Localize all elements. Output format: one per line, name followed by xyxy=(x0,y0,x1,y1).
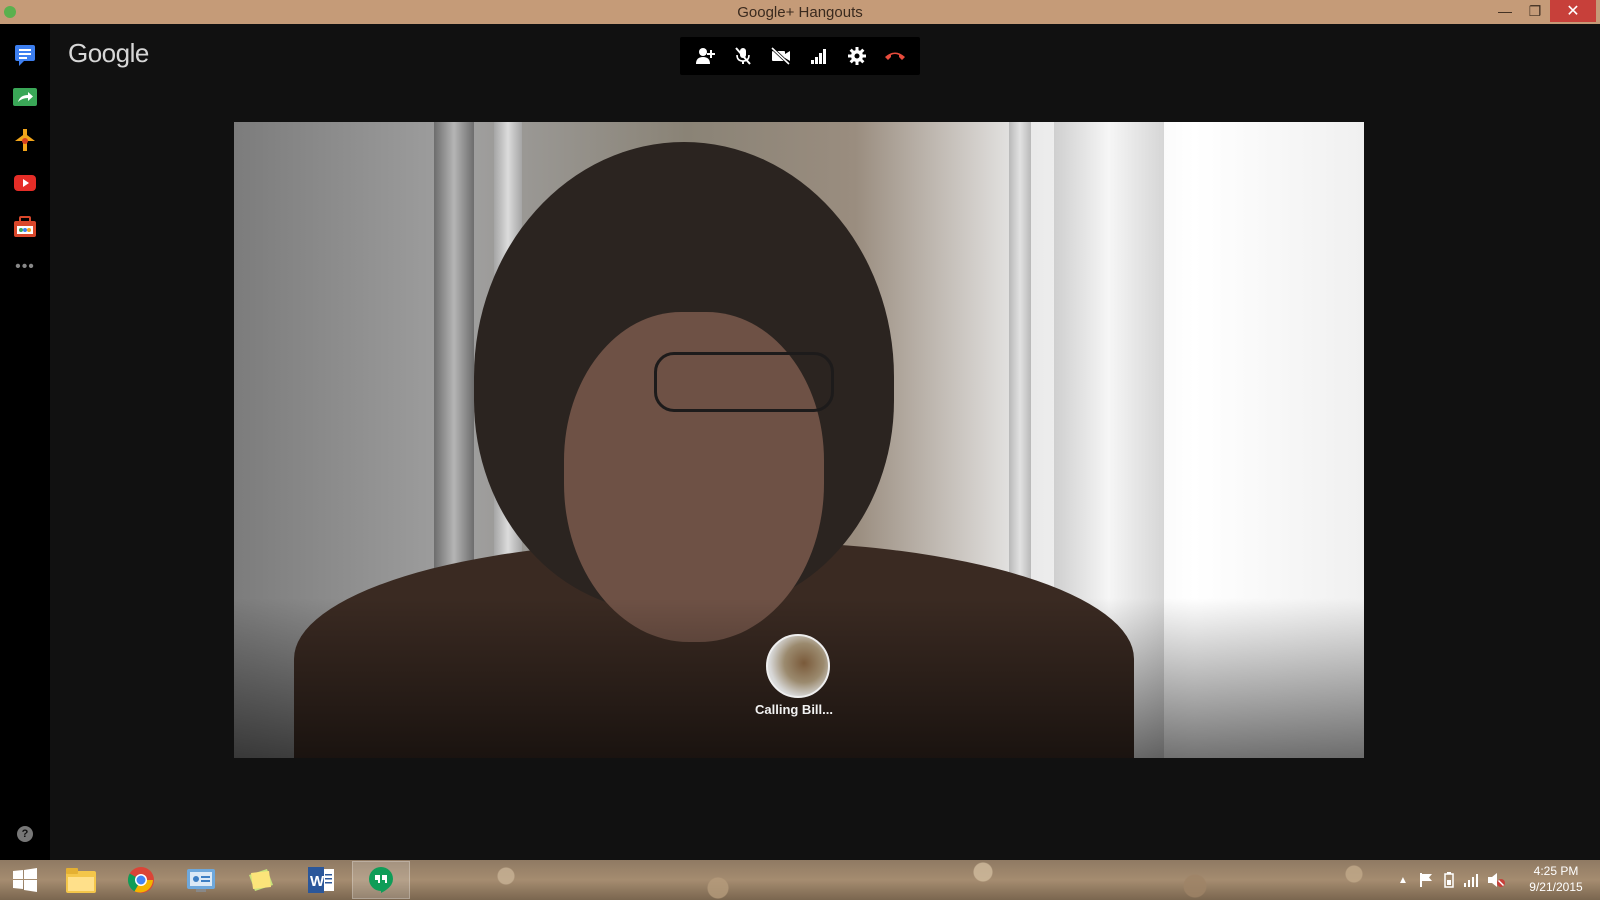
youtube-icon xyxy=(14,175,36,191)
title-bar: Google+ Hangouts — ❐ ✕ xyxy=(0,0,1600,24)
taskbar-file-explorer[interactable] xyxy=(52,861,110,899)
svg-text:W: W xyxy=(310,873,325,890)
help-icon[interactable]: ? xyxy=(17,826,33,842)
windows-start-icon xyxy=(13,868,37,892)
hangouts-icon xyxy=(369,867,393,893)
share-arrow-icon xyxy=(13,88,37,106)
maximize-button[interactable]: ❐ xyxy=(1520,0,1550,22)
mic-muted-icon xyxy=(735,47,751,65)
video-feed: Calling Bill... xyxy=(234,122,1364,758)
google-logo: Google xyxy=(68,38,149,68)
action-center-flag-icon[interactable] xyxy=(1416,871,1436,889)
window-title: Google+ Hangouts xyxy=(737,4,863,21)
clock-date: 9/21/2015 xyxy=(1529,880,1583,894)
camera-off-icon xyxy=(770,46,791,66)
youtube-button[interactable] xyxy=(12,170,38,196)
taskbar-sticky-notes[interactable] xyxy=(232,861,290,899)
callee-avatar xyxy=(766,634,830,698)
close-button[interactable]: ✕ xyxy=(1550,0,1596,22)
word-icon: W xyxy=(308,867,334,893)
show-hidden-icons-icon[interactable]: ▲ xyxy=(1394,875,1412,886)
chrome-icon xyxy=(127,867,154,893)
start-button[interactable] xyxy=(2,861,48,899)
left-rail: ••• ? xyxy=(0,24,50,860)
camera-toggle-button[interactable] xyxy=(766,41,796,71)
glasses xyxy=(654,352,834,412)
taskbar-word[interactable]: W xyxy=(292,861,350,899)
chat-icon xyxy=(15,45,35,66)
taskbar-clock[interactable]: 4:25 PM 9/21/2015 xyxy=(1516,863,1596,895)
call-status: Calling Bill... xyxy=(754,702,833,717)
taskbar: W ▲ 4:25 PM 9/21/2015 xyxy=(0,860,1600,900)
volume-muted-icon[interactable] xyxy=(1486,871,1506,889)
remote-desktop-icon xyxy=(15,129,35,151)
call-toolbar xyxy=(680,37,920,75)
taskbar-hangouts[interactable] xyxy=(352,861,410,899)
network-signal-icon[interactable] xyxy=(1462,871,1480,889)
hang-up-button[interactable] xyxy=(880,41,910,71)
battery-icon[interactable] xyxy=(1442,871,1456,889)
more-button[interactable]: ••• xyxy=(12,254,38,280)
hangout-main: Google Calling Bill... xyxy=(50,24,1600,860)
system-tray: ▲ xyxy=(1394,860,1506,900)
toolbox-button[interactable] xyxy=(12,214,38,240)
sticky-notes-icon xyxy=(249,869,273,891)
taskbar-chrome[interactable] xyxy=(112,861,170,899)
file-explorer-icon xyxy=(66,868,96,893)
mute-mic-button[interactable] xyxy=(728,41,758,71)
taskbar-control-panel[interactable] xyxy=(172,861,230,899)
control-panel-icon xyxy=(187,869,215,892)
hang-up-icon xyxy=(885,52,905,60)
minimize-button[interactable]: — xyxy=(1490,0,1520,22)
bandwidth-button[interactable] xyxy=(804,41,834,71)
share-button[interactable] xyxy=(12,84,38,110)
gear-icon xyxy=(848,47,866,65)
add-person-icon xyxy=(696,48,715,64)
signal-bars-icon xyxy=(811,49,826,64)
clock-time: 4:25 PM xyxy=(1533,864,1579,878)
toolbox-icon xyxy=(14,216,36,237)
settings-button[interactable] xyxy=(842,41,872,71)
chat-button[interactable] xyxy=(12,42,38,68)
remote-desktop-button[interactable] xyxy=(12,127,38,153)
invite-people-button[interactable] xyxy=(690,41,720,71)
